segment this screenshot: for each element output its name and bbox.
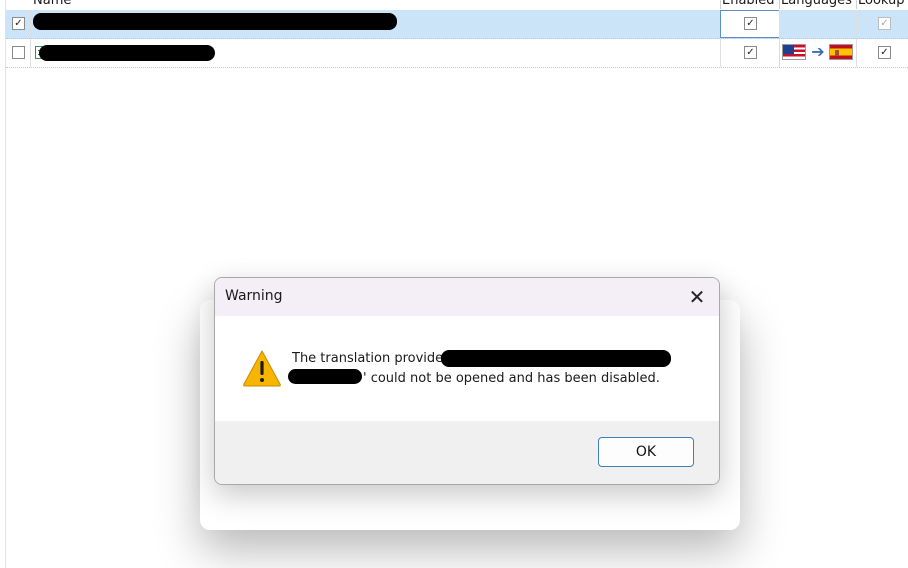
cell-separator xyxy=(856,10,857,38)
table-row[interactable]: ✓ ➔ ✓ xyxy=(6,39,908,68)
column-header-enabled[interactable]: Enabled xyxy=(722,0,778,8)
warning-icon xyxy=(243,349,281,387)
us-flag-icon xyxy=(782,44,806,60)
row-select-checkbox[interactable]: ✓ xyxy=(12,17,25,30)
message-line-1: The translation provider ' xyxy=(292,351,457,366)
redacted-provider-name xyxy=(39,45,215,61)
cell-separator xyxy=(856,39,857,67)
cell-separator xyxy=(30,10,31,38)
header-separator xyxy=(720,0,721,9)
redacted-provider-name xyxy=(33,13,397,30)
row-select-checkbox[interactable] xyxy=(12,46,25,59)
grid-left-border xyxy=(5,0,6,568)
lookup-checkbox[interactable]: ✓ xyxy=(878,46,891,59)
warning-dialog: Warning ✕ The translation provider ' ' c… xyxy=(214,277,720,485)
dialog-footer: OK xyxy=(215,421,719,484)
close-button[interactable]: ✕ xyxy=(675,278,719,316)
dialog-title: Warning xyxy=(225,288,283,304)
cell-separator xyxy=(779,39,780,67)
redacted-provider-path xyxy=(288,369,362,384)
lookup-checkbox[interactable]: ✓ xyxy=(878,17,891,30)
cell-separator xyxy=(30,39,31,67)
column-header-name[interactable]: Name xyxy=(33,0,153,8)
ok-button[interactable]: OK xyxy=(598,437,694,467)
spain-flag-icon xyxy=(829,44,853,60)
enabled-checkbox[interactable]: ✓ xyxy=(744,46,757,59)
message-line-2: ' could not be opened and has been disab… xyxy=(363,371,660,386)
cell-separator xyxy=(779,10,780,38)
header-separator xyxy=(779,0,780,9)
dialog-body: The translation provider ' ' could not b… xyxy=(215,316,719,421)
cell-separator xyxy=(720,39,721,67)
table-row[interactable]: ✓ ✓ ✓ xyxy=(6,10,908,39)
column-header-languages[interactable]: Languages xyxy=(781,0,855,8)
arrow-right-icon: ➔ xyxy=(811,42,825,61)
close-icon: ✕ xyxy=(688,285,706,309)
header-separator xyxy=(856,0,857,9)
enabled-checkbox[interactable]: ✓ xyxy=(744,17,757,30)
column-header-lookup[interactable]: Lookup xyxy=(858,0,908,8)
redacted-provider-path xyxy=(441,350,671,367)
dialog-titlebar[interactable]: Warning ✕ xyxy=(215,278,719,316)
